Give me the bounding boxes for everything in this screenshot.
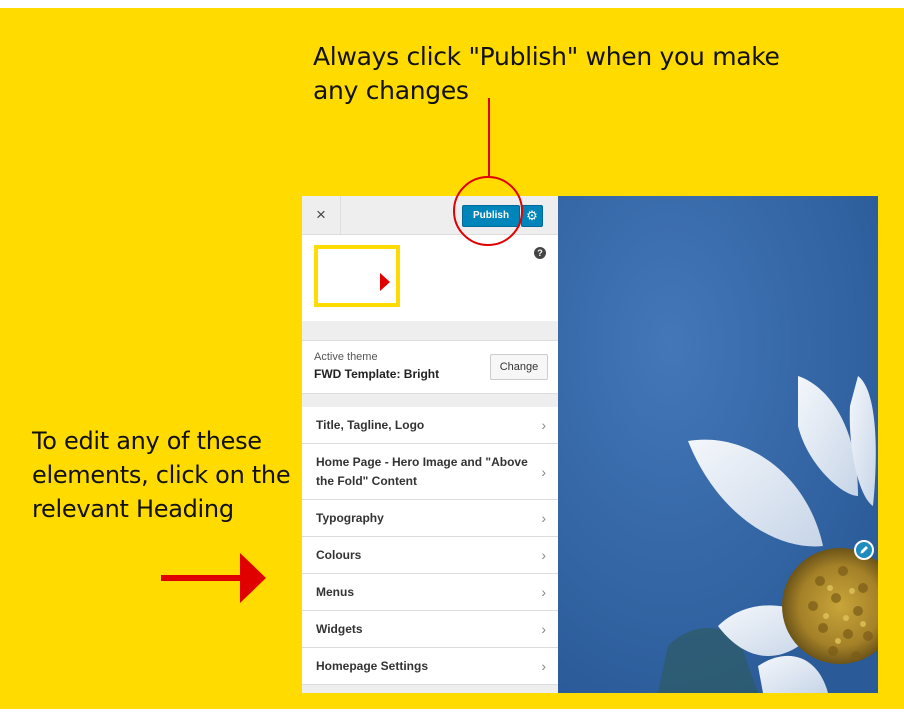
chevron-right-icon: › <box>541 510 546 526</box>
section-label: Menus <box>316 584 355 599</box>
callout-line <box>488 98 490 176</box>
chevron-right-icon: › <box>541 584 546 600</box>
chevron-right-icon: › <box>541 621 546 637</box>
tutorial-canvas: Always click "Publish" when you make any… <box>0 0 904 718</box>
customizer-panel: × Publish ⚙ ? Active theme FWD Template:… <box>302 196 558 693</box>
site-logo <box>314 245 400 307</box>
site-logo-area: ? <box>302 235 558 321</box>
heading-instruction: To edit any of these elements, click on … <box>32 427 291 523</box>
flower-image <box>558 196 878 693</box>
active-theme-label: Active theme <box>314 351 378 363</box>
chevron-right-icon: › <box>541 658 546 674</box>
logo-play-icon <box>380 273 390 291</box>
section-typography[interactable]: Typography › <box>302 500 558 537</box>
bottom-border <box>0 709 904 718</box>
publish-instruction: Always click "Publish" when you make any… <box>313 42 780 105</box>
section-label: Homepage Settings <box>316 658 429 673</box>
section-home-page-hero[interactable]: Home Page - Hero Image and "Above the Fo… <box>302 444 558 500</box>
section-label: Colours <box>316 547 362 562</box>
section-widgets[interactable]: Widgets › <box>302 611 558 648</box>
section-label: Title, Tagline, Logo <box>316 417 425 432</box>
pencil-icon[interactable] <box>854 540 874 560</box>
active-theme-name: FWD Template: Bright <box>314 367 440 381</box>
section-label: Typography <box>316 510 384 525</box>
help-icon[interactable]: ? <box>534 247 546 259</box>
chevron-right-icon: › <box>541 417 546 433</box>
arrow-head-icon <box>240 553 266 603</box>
chevron-right-icon: › <box>541 547 546 563</box>
gear-icon[interactable]: ⚙ <box>521 205 543 227</box>
section-menus[interactable]: Menus › <box>302 574 558 611</box>
section-colours[interactable]: Colours › <box>302 537 558 574</box>
section-label: Home Page - Hero Image and "Above the Fo… <box>316 454 528 488</box>
pencil-glyph <box>860 546 868 554</box>
active-theme-section: Active theme FWD Template: Bright Change <box>302 340 558 394</box>
section-homepage-settings[interactable]: Homepage Settings › <box>302 648 558 685</box>
change-theme-button[interactable]: Change <box>490 354 548 380</box>
publish-highlight-circle <box>453 176 523 246</box>
section-label: Widgets <box>316 621 363 636</box>
chevron-right-icon: › <box>541 463 546 480</box>
close-button[interactable]: × <box>302 196 341 234</box>
site-preview <box>558 196 878 693</box>
customizer-sections: Title, Tagline, Logo › Home Page - Hero … <box>302 407 558 685</box>
top-border <box>0 0 904 8</box>
section-title-tagline-logo[interactable]: Title, Tagline, Logo › <box>302 407 558 444</box>
arrow-right-icon <box>161 575 241 581</box>
